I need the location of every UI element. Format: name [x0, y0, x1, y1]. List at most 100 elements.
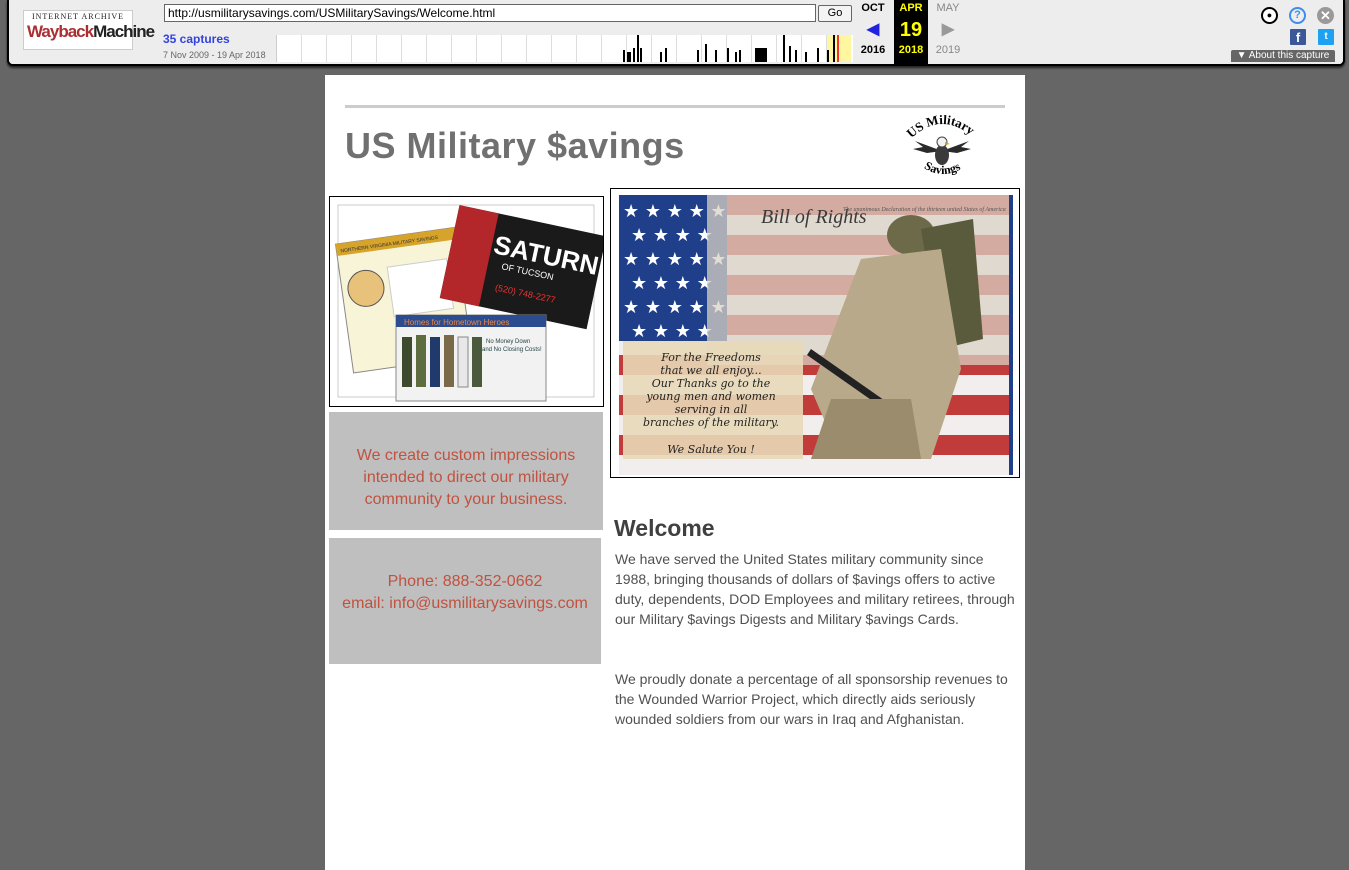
soldier-figure — [430, 337, 440, 387]
caption-line: branches of the military. — [643, 416, 779, 429]
capture-bar — [715, 50, 717, 62]
logo-wayback-machine: WaybackMachine — [27, 22, 155, 42]
capture-bar — [827, 50, 829, 62]
sparkline-year — [552, 35, 577, 62]
capture-bar — [705, 44, 707, 62]
star-row: ★ ★ ★ ★ — [631, 225, 713, 246]
sparkline-year — [402, 35, 427, 62]
contact-lines: Phone: 888-352-0662 email: info@usmilitar… — [329, 571, 601, 615]
salute-text: We Salute You ! — [667, 443, 754, 456]
next-month[interactable]: MAY — [930, 2, 966, 16]
sparkline-year — [327, 35, 352, 62]
capture-bar — [637, 35, 639, 62]
url-input[interactable]: http://usmilitarysavings.com/USMilitaryS… — [164, 4, 816, 22]
logo-internet-archive: INTERNET ARCHIVE — [31, 12, 125, 21]
sparkline-current-year — [827, 35, 851, 62]
sparkline-year — [477, 35, 502, 62]
captures-link[interactable]: 35 captures — [163, 32, 230, 46]
next-capture-column[interactable]: MAY ▶ 2019 — [930, 0, 966, 64]
flag-right-edge — [1009, 195, 1013, 475]
logo-machine-word: Machine — [93, 22, 155, 41]
soldier-figure — [402, 337, 412, 387]
sparkline-year — [302, 35, 327, 62]
logo-wayback-word: Wayback — [27, 22, 94, 41]
contact-box: Phone: 888-352-0662 email: info@usmilitar… — [329, 538, 601, 664]
sparkline-year — [577, 35, 602, 62]
impressions-text: We create custom impressions intended to… — [356, 447, 576, 508]
doc-header: The unanimous Declaration of the thirtee… — [843, 206, 1006, 213]
caption-line: that we all enjoy... — [660, 364, 761, 377]
logo-text-top: US Military — [903, 112, 978, 141]
sparkline-year — [277, 35, 302, 62]
caption-line: young men and women — [645, 390, 775, 403]
soldier-figure — [472, 337, 482, 387]
soldier-figure — [416, 335, 426, 387]
soldier-figure — [444, 335, 454, 387]
user-icon[interactable]: ● — [1261, 7, 1278, 24]
card-homes-heroes: Homes for Hometown Heroes No Money Down … — [395, 314, 547, 402]
prev-capture-column[interactable]: OCT ◀ 2016 — [855, 0, 891, 64]
capture-bar — [805, 52, 807, 62]
caption-line: Our Thanks go to the — [652, 377, 771, 390]
capture-bar — [623, 50, 625, 62]
current-year: 2018 — [898, 44, 924, 56]
promo-cards-image: NORTHERN VIRGINIA MILITARY SAVINGS SATUR… — [329, 196, 604, 407]
next-arrow-icon[interactable]: ▶ — [930, 16, 966, 44]
header-rule — [345, 105, 1005, 108]
card-homes-header: Homes for Hometown Heroes — [404, 318, 509, 327]
capture-bar — [640, 48, 642, 62]
capture-bar — [833, 35, 835, 62]
eagle-body — [935, 145, 949, 165]
current-capture-column: APR 19 2018 — [894, 0, 928, 64]
current-day: 19 — [899, 19, 923, 41]
capture-bar — [697, 50, 699, 62]
capture-bar — [627, 52, 631, 62]
capture-bar — [795, 50, 797, 62]
wayback-logo[interactable]: INTERNET ARCHIVE WaybackMachine — [23, 10, 155, 50]
capture-bar — [817, 48, 819, 62]
capture-bar — [665, 48, 667, 62]
flag-soldier-art: ★ ★ ★ ★ ★ ★ ★ ★ ★ ★ ★ ★ ★ ★ ★ ★ ★ ★ ★ ★ … — [615, 193, 1013, 475]
wayback-toolbar: INTERNET ARCHIVE WaybackMachine http://u… — [7, 0, 1345, 66]
promo-cards-art: NORTHERN VIRGINIA MILITARY SAVINGS SATUR… — [330, 197, 603, 406]
site-title: US Military $avings — [345, 125, 685, 166]
card-homes-line1: No Money Down — [486, 339, 530, 345]
capture-bar — [739, 50, 741, 62]
caption-line: serving in all — [675, 403, 748, 416]
star-row: ★ ★ ★ ★ — [631, 273, 713, 294]
current-month: APR — [899, 2, 923, 14]
capture-bar — [755, 48, 767, 62]
capture-bar — [783, 35, 785, 62]
sparkline-year — [427, 35, 452, 62]
next-year[interactable]: 2019 — [930, 44, 966, 56]
sparkline-year — [527, 35, 552, 62]
capture-bar — [735, 52, 737, 62]
twitter-icon[interactable]: t — [1318, 29, 1334, 45]
close-icon[interactable]: ✕ — [1317, 7, 1334, 24]
welcome-paragraph-1: We have served the United States militar… — [615, 551, 1015, 627]
capture-bar — [727, 48, 729, 62]
impressions-box: We create custom impressions intended to… — [329, 412, 603, 530]
eagle-head — [936, 136, 948, 148]
facebook-icon[interactable]: f — [1290, 29, 1306, 45]
flag-soldier-image: ★ ★ ★ ★ ★ ★ ★ ★ ★ ★ ★ ★ ★ ★ ★ ★ ★ ★ ★ ★ … — [610, 188, 1020, 478]
capture-bar — [660, 52, 662, 62]
help-icon[interactable]: ? — [1289, 7, 1306, 24]
sparkline-year — [377, 35, 402, 62]
phone-text: Phone: 888-352-0662 — [387, 573, 543, 590]
capture-sparkline[interactable] — [276, 35, 853, 62]
page-content: US Military $avings US Military Savings … — [325, 75, 1025, 870]
prev-month[interactable]: OCT — [855, 2, 891, 16]
email-link[interactable]: email: info@usmilitarysavings.com — [342, 595, 588, 612]
sparkline-year — [352, 35, 377, 62]
about-capture-button[interactable]: ▼ About this capture — [1231, 50, 1335, 62]
go-button[interactable]: Go — [818, 5, 852, 22]
prev-arrow-icon[interactable]: ◀ — [855, 16, 891, 44]
prev-year[interactable]: 2016 — [855, 44, 891, 56]
card-homes-line2: and No Closing Costs! — [482, 347, 542, 353]
caption-line: For the Freedoms — [660, 351, 761, 364]
soldier-figure — [457, 336, 469, 388]
star-row: ★ ★ ★ ★ — [631, 321, 713, 342]
capture-date-range: 7 Nov 2009 - 19 Apr 2018 — [163, 50, 266, 60]
current-capture-marker — [837, 35, 839, 62]
